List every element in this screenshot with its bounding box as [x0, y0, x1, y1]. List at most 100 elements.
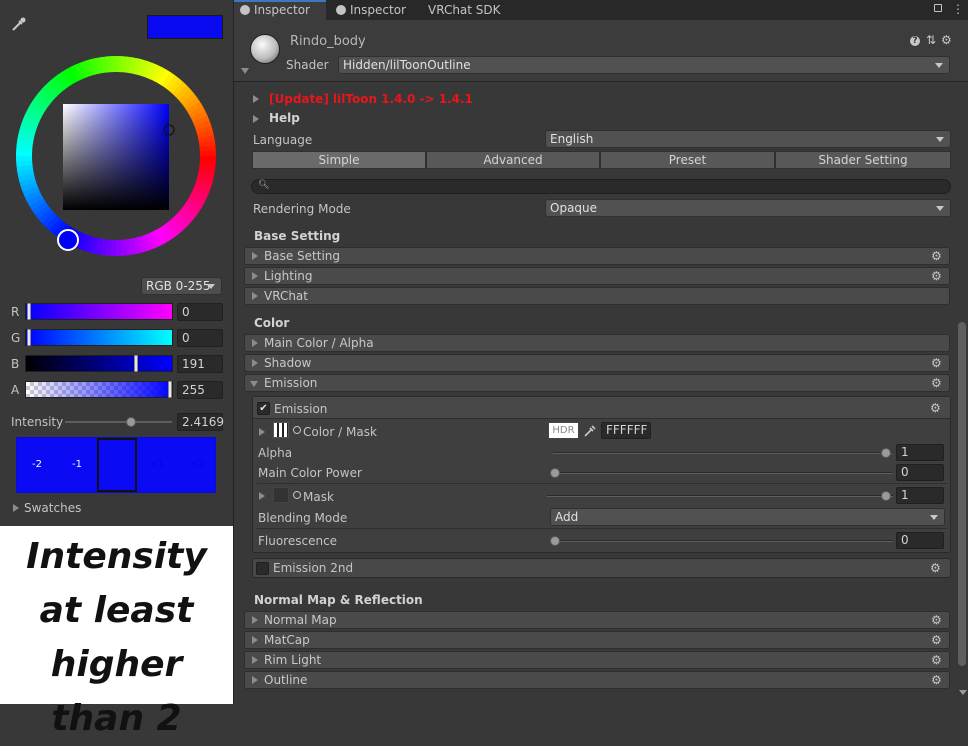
header-collapse-arrow[interactable]: [241, 68, 249, 74]
foldout-vrchat[interactable]: VRChat: [244, 287, 950, 305]
foldout-matcap[interactable]: MatCap⚙: [244, 631, 950, 649]
mask-slider[interactable]: [547, 495, 893, 497]
hue-ring-segment[interactable]: [44, 213, 48, 217]
mode-preset-button[interactable]: Preset: [600, 151, 775, 169]
hue-ring-segment[interactable]: [26, 174, 27, 179]
hue-ring-segment[interactable]: [195, 198, 198, 203]
foldout-outline[interactable]: Outline⚙: [244, 671, 950, 689]
tab-inspector-1[interactable]: Inspector: [234, 0, 326, 20]
settings-gear-icon[interactable]: ⚙: [941, 33, 952, 47]
gear-icon[interactable]: ⚙: [930, 402, 942, 414]
hue-ring-segment[interactable]: [51, 87, 55, 91]
hue-ring-segment[interactable]: [193, 106, 196, 111]
hue-ring-segment[interactable]: [96, 246, 102, 247]
hue-ring-segment[interactable]: [140, 67, 145, 69]
hue-ring-segment[interactable]: [184, 94, 188, 98]
hue-ring-segment[interactable]: [170, 82, 174, 85]
hue-ring-segment[interactable]: [200, 119, 202, 124]
foldout-normal-map[interactable]: Normal Map⚙: [244, 611, 950, 629]
hue-ring-segment[interactable]: [177, 221, 181, 225]
hue-ring-segment[interactable]: [50, 220, 54, 224]
update-notice[interactable]: [Update] lilToon 1.4.0 -> 1.4.1: [269, 92, 473, 106]
channel-b-slider[interactable]: [25, 355, 173, 372]
hue-ring-segment[interactable]: [25, 170, 26, 176]
hue-ring-segment[interactable]: [125, 247, 131, 248]
hue-ring-segment[interactable]: [180, 218, 184, 222]
texture-picker-icon[interactable]: [293, 491, 301, 499]
hue-ring-segment[interactable]: [173, 224, 177, 228]
hue-ring-segment[interactable]: [162, 76, 167, 79]
alpha-knob[interactable]: [881, 448, 891, 458]
fluorescence-knob[interactable]: [550, 536, 560, 546]
intensity-slider[interactable]: [65, 421, 172, 423]
hue-ring-segment[interactable]: [149, 70, 154, 72]
channel-b-field[interactable]: 191: [177, 355, 223, 373]
hue-ring-segment[interactable]: [193, 202, 196, 207]
eyedropper-icon[interactable]: [583, 424, 597, 438]
hue-ring-segment[interactable]: [157, 236, 162, 239]
hue-ring-segment[interactable]: [135, 66, 140, 67]
channel-r-slider[interactable]: [25, 303, 173, 320]
swatch-current[interactable]: [97, 438, 137, 492]
foldout-main-color-alpha[interactable]: Main Color / Alpha: [244, 334, 950, 352]
eyedropper-icon[interactable]: [11, 16, 27, 32]
channel-g-field[interactable]: 0: [177, 329, 223, 347]
hue-ring-segment[interactable]: [153, 238, 158, 240]
alpha-field[interactable]: 1: [896, 444, 944, 461]
main-color-power-field[interactable]: 0: [896, 464, 944, 481]
hue-ring-segment[interactable]: [205, 175, 206, 180]
channel-a-slider[interactable]: [25, 381, 173, 398]
hue-ring-segment[interactable]: [184, 214, 188, 218]
scroll-down-arrow[interactable]: [959, 690, 967, 695]
hue-ring-segment[interactable]: [202, 123, 204, 128]
help-icon[interactable]: ?: [910, 36, 920, 46]
hue-ring-segment[interactable]: [54, 224, 58, 228]
hue-ring-segment[interactable]: [47, 217, 51, 221]
gear-icon[interactable]: ⚙: [931, 377, 943, 389]
mode-shader-setting-button[interactable]: Shader Setting: [775, 151, 951, 169]
hue-ring-segment[interactable]: [57, 227, 61, 230]
hue-ring-segment[interactable]: [26, 131, 27, 136]
hue-ring-segment[interactable]: [139, 243, 144, 245]
hue-ring-segment[interactable]: [126, 65, 132, 66]
hue-ring-segment[interactable]: [48, 90, 52, 94]
hue-ring-segment[interactable]: [101, 247, 107, 248]
hue-ring-segment[interactable]: [187, 210, 190, 214]
color-mode-dropdown[interactable]: RGB 0-255: [141, 277, 222, 295]
hue-ring-segment[interactable]: [190, 206, 193, 211]
blending-mode-dropdown[interactable]: Add: [550, 508, 945, 526]
search-input[interactable]: 🔍︎: [251, 179, 951, 194]
hue-ring-segment[interactable]: [134, 245, 139, 246]
channel-g-slider[interactable]: [25, 329, 173, 346]
hue-ring-segment[interactable]: [88, 67, 93, 69]
swatches-foldout-arrow[interactable]: [13, 504, 19, 512]
hue-ring-segment[interactable]: [34, 197, 37, 202]
hue-ring-segment[interactable]: [25, 136, 26, 142]
hue-ring-segment[interactable]: [203, 128, 205, 133]
emission-checkbox[interactable]: ✔: [257, 402, 270, 415]
foldout-shadow[interactable]: Shadow⚙: [244, 354, 950, 372]
help-label[interactable]: Help: [269, 111, 300, 125]
hue-ring-segment[interactable]: [174, 85, 178, 89]
emission2-checkbox[interactable]: [256, 562, 269, 575]
swatch-minus-2[interactable]: -2: [17, 438, 57, 492]
hue-ring-segment[interactable]: [178, 88, 182, 92]
hue-ring-segment[interactable]: [70, 74, 75, 77]
mask-knob[interactable]: [881, 491, 891, 501]
hue-ring-segment[interactable]: [158, 74, 163, 77]
hue-ring-segment[interactable]: [30, 118, 32, 123]
hue-ring-segment[interactable]: [153, 72, 158, 74]
rendering-mode-dropdown[interactable]: Opaque: [545, 199, 951, 217]
hue-ring-segment[interactable]: [165, 230, 170, 233]
hue-ring-segment[interactable]: [36, 105, 39, 110]
hue-ring-segment[interactable]: [130, 246, 136, 247]
preset-icon[interactable]: ⇅: [926, 33, 936, 47]
hue-ring-segment[interactable]: [25, 141, 26, 147]
hue-ring-segment[interactable]: [203, 180, 205, 185]
hue-ring-segment[interactable]: [32, 193, 34, 198]
tab-inspector-2[interactable]: Inspector: [330, 0, 416, 20]
hue-ring-segment[interactable]: [41, 209, 44, 213]
texture-picker-icon[interactable]: [293, 426, 301, 434]
main-color-power-knob[interactable]: [550, 468, 560, 478]
hue-ring-segment[interactable]: [28, 184, 30, 189]
